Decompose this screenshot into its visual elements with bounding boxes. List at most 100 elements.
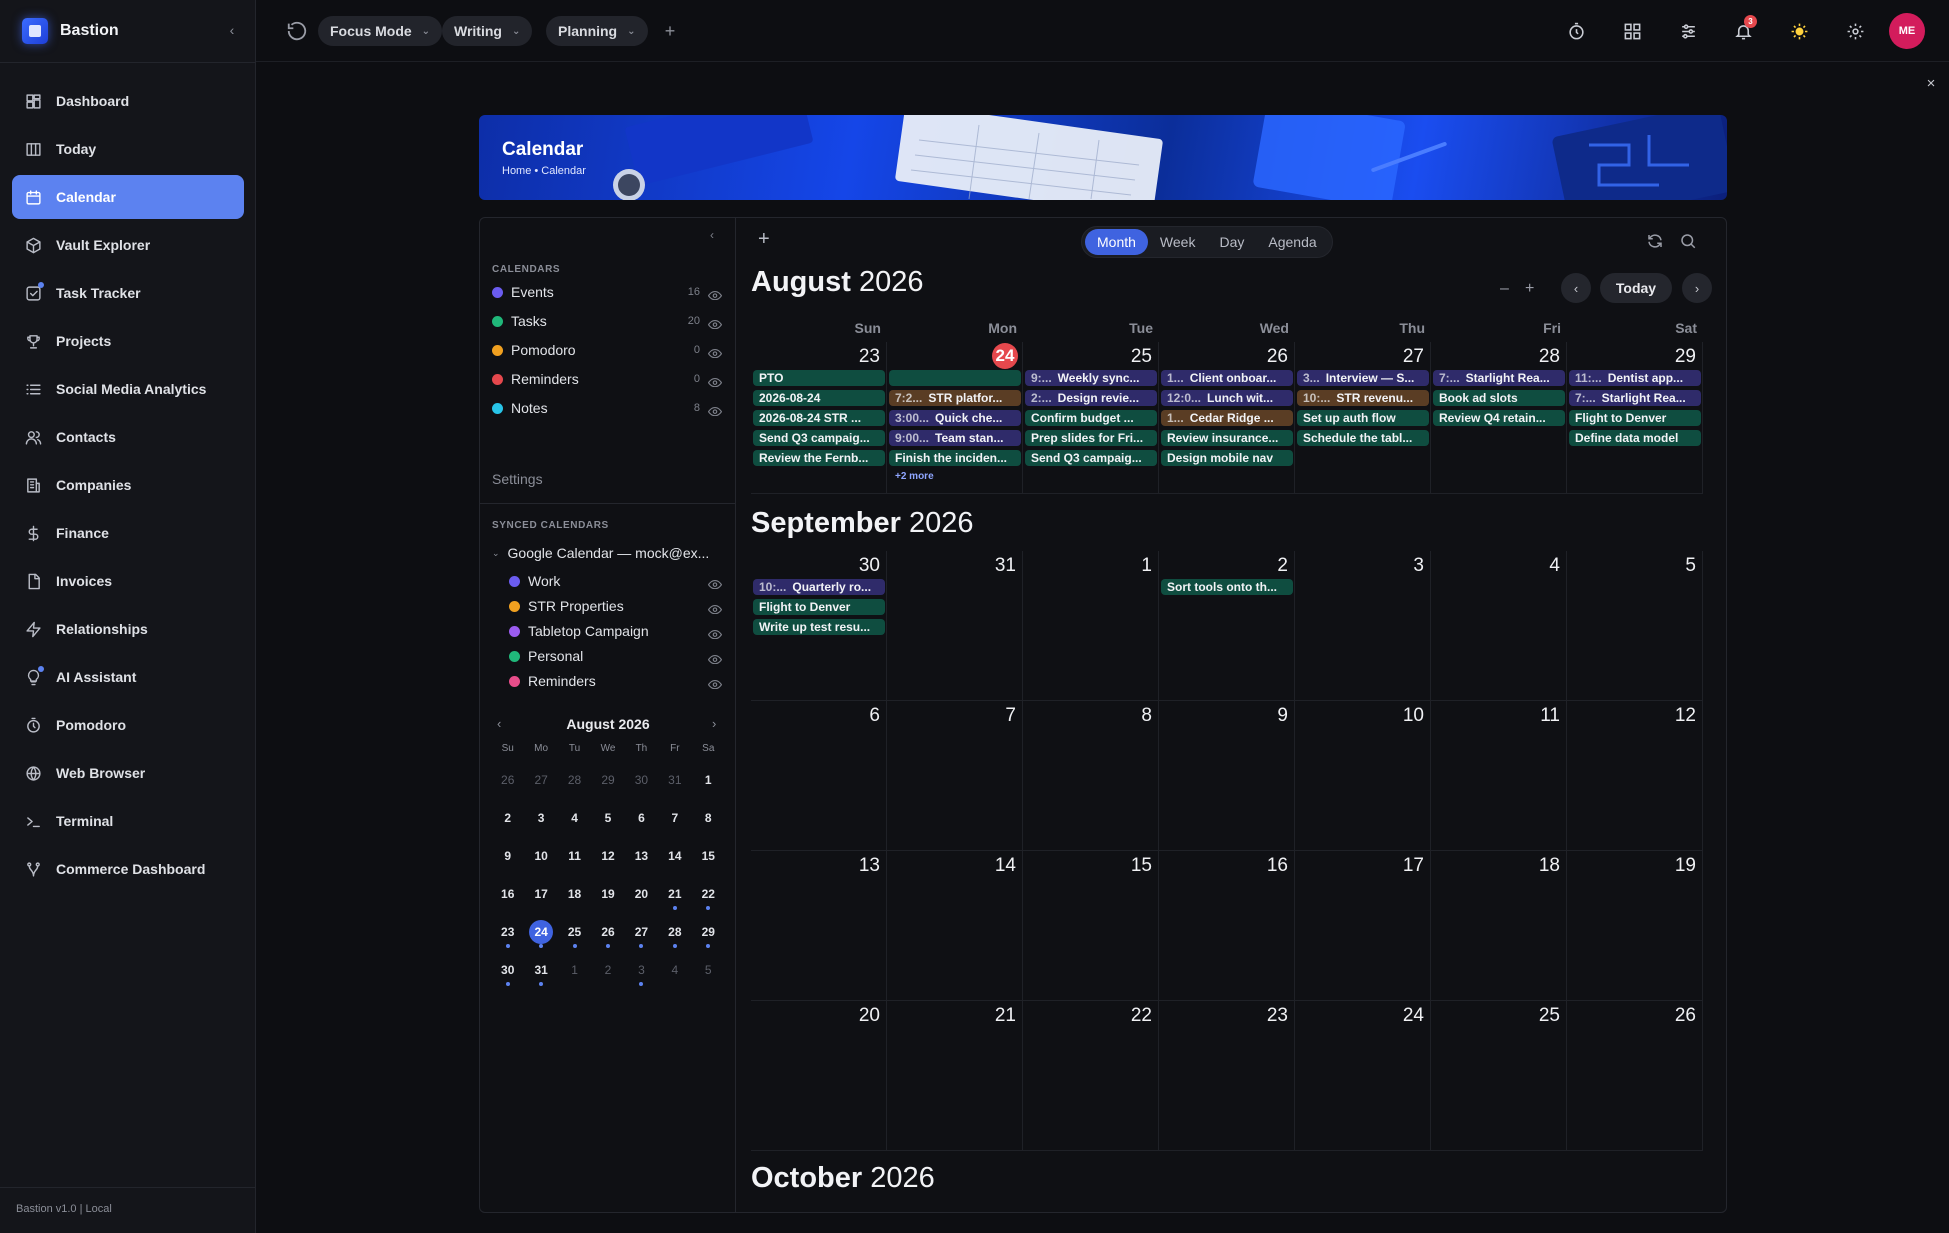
event-chip[interactable]: Define data model bbox=[1569, 430, 1701, 446]
mini-day[interactable]: 31 bbox=[658, 761, 691, 799]
mini-day[interactable]: 14 bbox=[658, 837, 691, 875]
day-cell[interactable]: 22 bbox=[1023, 1001, 1159, 1150]
sidebar-item-calendar[interactable]: Calendar bbox=[12, 175, 244, 219]
sync-icon[interactable] bbox=[1646, 232, 1664, 250]
google-calendar-account[interactable]: ⌄ Google Calendar — mock@ex... bbox=[492, 545, 709, 561]
eye-icon[interactable] bbox=[707, 345, 723, 358]
calendar-item-tasks[interactable]: Tasks 20 bbox=[492, 311, 726, 331]
mini-day[interactable]: 10 bbox=[524, 837, 557, 875]
eye-icon[interactable] bbox=[707, 676, 723, 689]
event-chip[interactable]: 10:... STR revenu... bbox=[1297, 390, 1429, 406]
day-cell[interactable]: 25 9:... Weekly sync... 2:... Design revie..… bbox=[1023, 342, 1159, 493]
mini-day[interactable]: 16 bbox=[491, 875, 524, 913]
grid-icon[interactable] bbox=[1620, 19, 1644, 43]
eye-icon[interactable] bbox=[707, 316, 723, 329]
day-cell[interactable]: 11 bbox=[1431, 701, 1567, 850]
event-chip[interactable]: Prep slides for Fri... bbox=[1025, 430, 1157, 446]
collapse-panel-icon[interactable]: ‹ bbox=[710, 228, 714, 242]
day-cell[interactable]: 10 bbox=[1295, 701, 1431, 850]
synced-calendar-personal[interactable]: Personal bbox=[509, 646, 726, 666]
event-chip[interactable]: Schedule the tabl... bbox=[1297, 430, 1429, 446]
synced-calendar-work[interactable]: Work bbox=[509, 571, 726, 591]
day-cell[interactable]: 19 bbox=[1567, 851, 1703, 1000]
event-chip[interactable]: Set up auth flow bbox=[1297, 410, 1429, 426]
mini-day[interactable]: 17 bbox=[524, 875, 557, 913]
sidebar-item-ai-assistant[interactable]: AI Assistant bbox=[12, 655, 244, 699]
sidebar-item-relationships[interactable]: Relationships bbox=[12, 607, 244, 651]
mini-day[interactable]: 29 bbox=[692, 913, 725, 951]
sidebar-item-task-tracker[interactable]: Task Tracker bbox=[12, 271, 244, 315]
day-cell[interactable]: 5 bbox=[1567, 551, 1703, 700]
next-month-button[interactable]: › bbox=[1682, 273, 1712, 303]
synced-calendar-reminders[interactable]: Reminders bbox=[509, 671, 726, 691]
mini-day[interactable]: 28 bbox=[658, 913, 691, 951]
event-chip[interactable]: 3... Interview — S... bbox=[1297, 370, 1429, 386]
event-chip[interactable]: 7:2... STR platfor... bbox=[889, 390, 1021, 406]
event-chip[interactable]: 2:... Design revie... bbox=[1025, 390, 1157, 406]
event-chip[interactable]: Sort tools onto th... bbox=[1161, 579, 1293, 595]
sidebar-item-invoices[interactable]: Invoices bbox=[12, 559, 244, 603]
eye-icon[interactable] bbox=[707, 601, 723, 614]
day-cell[interactable]: 23 bbox=[1159, 1001, 1295, 1150]
day-cell[interactable]: 26 bbox=[1567, 1001, 1703, 1150]
event-chip[interactable]: Confirm budget ... bbox=[1025, 410, 1157, 426]
mini-day[interactable]: 1 bbox=[558, 951, 591, 989]
mini-day[interactable]: 13 bbox=[625, 837, 658, 875]
mini-day[interactable]: 23 bbox=[491, 913, 524, 951]
sidebar-item-vault-explorer[interactable]: Vault Explorer bbox=[12, 223, 244, 267]
sun-icon[interactable] bbox=[1787, 19, 1811, 43]
event-chip[interactable]: Review the Fernb... bbox=[753, 450, 885, 466]
day-cell[interactable]: 12 bbox=[1567, 701, 1703, 850]
event-chip[interactable]: Send Q3 campaig... bbox=[1025, 450, 1157, 466]
mini-day[interactable]: 11 bbox=[558, 837, 591, 875]
bell-icon[interactable]: 3 bbox=[1731, 15, 1757, 43]
mini-day[interactable]: 15 bbox=[692, 837, 725, 875]
eye-icon[interactable] bbox=[707, 287, 723, 300]
event-chip[interactable]: Review insurance... bbox=[1161, 430, 1293, 446]
zoom-in-button[interactable]: + bbox=[1525, 280, 1534, 298]
sliders-icon[interactable] bbox=[1676, 19, 1700, 43]
mini-day[interactable]: 26 bbox=[491, 761, 524, 799]
sidebar-item-finance[interactable]: Finance bbox=[12, 511, 244, 555]
event-chip[interactable]: 3:00... Quick che... bbox=[889, 410, 1021, 426]
collapse-sidebar-button[interactable]: ‹ bbox=[222, 20, 242, 40]
eye-icon[interactable] bbox=[707, 626, 723, 639]
timer-icon[interactable] bbox=[1564, 19, 1588, 43]
mini-day[interactable]: 25 bbox=[558, 913, 591, 951]
mini-day[interactable]: 4 bbox=[658, 951, 691, 989]
sidebar-item-commerce-dashboard[interactable]: Commerce Dashboard bbox=[12, 847, 244, 891]
synced-calendar-tabletop-campaign[interactable]: Tabletop Campaign bbox=[509, 621, 726, 641]
sidebar-item-social-media-analytics[interactable]: Social Media Analytics bbox=[12, 367, 244, 411]
mini-day[interactable]: 3 bbox=[524, 799, 557, 837]
day-cell[interactable]: 13 bbox=[751, 851, 887, 1000]
day-cell[interactable]: 30 10:... Quarterly ro... Flight to Denver W… bbox=[751, 551, 887, 700]
eye-icon[interactable] bbox=[707, 576, 723, 589]
event-chip[interactable]: Finish the inciden... bbox=[889, 450, 1021, 466]
day-cell[interactable]: 14 bbox=[887, 851, 1023, 1000]
day-cell[interactable]: 23 PTO 2026-08-24 2026-08-24 STR ... Send Q3… bbox=[751, 342, 887, 493]
mini-day[interactable]: 21 bbox=[658, 875, 691, 913]
mini-day[interactable]: 19 bbox=[591, 875, 624, 913]
event-chip[interactable]: 7:... Starlight Rea... bbox=[1569, 390, 1701, 406]
zoom-out-button[interactable]: – bbox=[1500, 280, 1509, 298]
mini-day[interactable]: 12 bbox=[591, 837, 624, 875]
more-events-link[interactable]: +2 more bbox=[889, 470, 1021, 484]
view-agenda-button[interactable]: Agenda bbox=[1256, 229, 1328, 255]
day-cell[interactable]: 21 bbox=[887, 1001, 1023, 1150]
mini-day[interactable]: 30 bbox=[625, 761, 658, 799]
event-chip[interactable]: Design mobile nav bbox=[1161, 450, 1293, 466]
add-tab-button[interactable]: + bbox=[659, 18, 681, 44]
day-cell[interactable]: 25 bbox=[1431, 1001, 1567, 1150]
today-button[interactable]: Today bbox=[1600, 273, 1672, 303]
calendar-item-notes[interactable]: Notes 8 bbox=[492, 398, 726, 418]
calendar-item-reminders[interactable]: Reminders 0 bbox=[492, 369, 726, 389]
calendar-item-pomodoro[interactable]: Pomodoro 0 bbox=[492, 340, 726, 360]
settings-link[interactable]: Settings bbox=[492, 471, 543, 487]
event-chip[interactable]: 1... Client onboar... bbox=[1161, 370, 1293, 386]
mini-day[interactable]: 5 bbox=[692, 951, 725, 989]
history-icon[interactable] bbox=[286, 20, 308, 42]
day-cell[interactable]: 4 bbox=[1431, 551, 1567, 700]
sidebar-item-web-browser[interactable]: Web Browser bbox=[12, 751, 244, 795]
sidebar-item-terminal[interactable]: Terminal bbox=[12, 799, 244, 843]
mini-next-month-icon[interactable]: › bbox=[712, 716, 716, 731]
